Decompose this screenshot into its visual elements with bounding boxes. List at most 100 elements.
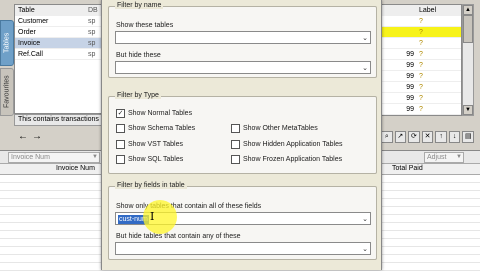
grid-cell-a: 99 [406,73,414,80]
table-filter-dialog: Filter by name Show these tables ⌄ But h… [101,0,382,270]
scroll-thumb[interactable] [463,15,473,43]
total-paid-column-header[interactable]: Total Paid [392,165,423,172]
move-down-icon[interactable]: ↓ [448,131,461,143]
table-db: sp [88,40,96,47]
grid-cell-a: 99 [406,95,414,102]
grid-row[interactable]: 99? [382,71,461,82]
show-schema-tables-checkbox[interactable]: Show Schema Tables [116,124,195,133]
adjust-value: Adjust [427,154,447,161]
contain-any-fields-label: But hide tables that contain any of thes… [116,233,241,240]
show-vst-tables-label: Show VST Tables [128,141,183,148]
show-hidden-app-tables-checkbox[interactable]: Show Hidden Application Tables [231,140,343,149]
text-cursor-icon: I [150,210,155,223]
show-frozen-app-tables-label: Show Frozen Application Tables [243,156,343,163]
hide-tables-label: But hide these [116,52,161,59]
grid-cell-a: 99 [406,84,414,91]
filter-by-name-title: Filter by name [115,2,164,9]
find-icon[interactable]: ⌕ [381,131,393,143]
show-schema-tables-label: Show Schema Tables [128,125,196,132]
show-vst-tables-checkbox[interactable]: Show VST Tables [116,140,183,149]
hide-tables-combo[interactable]: ⌄ [115,61,371,74]
table-list[interactable]: Table DB Customer sp Order sp Invoice sp… [14,4,102,114]
grid-row-selected[interactable]: ? [382,27,461,38]
grid-cell-label: ? [419,62,423,69]
grid-cell-a: 99 [406,51,414,58]
grid-cell-label: ? [419,73,423,80]
show-sql-tables-label: Show SQL Tables [128,156,184,163]
tab-tables-label: Tables [3,32,11,54]
checkbox-box [116,155,125,164]
table-name: Invoice [18,40,41,47]
show-tables-combo[interactable]: ⌄ [115,31,371,44]
delete-icon[interactable]: ✕ [421,131,434,143]
grid-row[interactable]: 99? [382,49,461,60]
field-grid-header: Label [382,5,461,16]
grid-cell-label: ? [419,51,423,58]
chevron-down-icon: ⌄ [362,246,368,253]
tab-favourites-label: Favourites [3,75,11,109]
cursor-highlight [143,200,177,234]
table-row-order[interactable]: Order sp [15,27,101,38]
show-hidden-app-tables-label: Show Hidden Application Tables [243,141,343,148]
contain-any-fields-combo[interactable]: ⌄ [115,242,371,255]
table-row-refcall[interactable]: Ref.Call sp [15,49,101,60]
grid-cell-a [382,16,416,26]
grid-row[interactable]: 99? [382,104,461,115]
grid-cell-a: 99 [406,62,414,69]
scroll-up-icon[interactable]: ▲ [463,5,473,15]
table-description: This contains transactions [14,114,102,126]
grid-row[interactable]: ? [382,38,461,49]
grid-row[interactable]: ? [382,16,461,27]
tab-tables[interactable]: Tables [0,20,14,66]
grid-cell-label: ? [419,84,423,91]
filter-by-type-group: Filter by Type ✓ Show Normal Tables Show… [108,92,377,174]
sort-field-combo[interactable]: Invoice Num ▼ [8,152,100,163]
grid-row[interactable]: 99? [382,82,461,93]
db-column-header: DB [88,7,98,14]
table-row-invoice[interactable]: Invoice sp [15,38,101,49]
table-row-customer[interactable]: Customer sp [15,16,101,27]
grid-toolbar: ⌕ ↗ ⟳ ✕ ↑ ↓ ▤ [381,131,475,145]
table-list-header: Table DB [15,5,101,16]
table-db: sp [88,51,96,58]
nav-toolbar: ← → [14,131,102,145]
checkbox-box [231,140,240,149]
adjust-combo[interactable]: Adjust ▼ [424,152,464,163]
grid-cell-a [382,38,416,48]
grid-scrollbar[interactable]: ▲ ▼ [462,4,474,116]
trash-icon[interactable]: ▤ [462,131,475,143]
table-name: Ref.Call [18,51,43,58]
grid-cell-label: ? [419,40,423,47]
field-grid[interactable]: Label ? ? ? 99? 99? 99? 99? 99? 99? [381,4,462,116]
show-normal-tables-checkbox[interactable]: ✓ Show Normal Tables [116,109,192,118]
grid-cell-label: ? [419,106,423,113]
refresh-icon[interactable]: ⟳ [408,131,420,143]
export-icon[interactable]: ↗ [394,131,407,143]
checkbox-box [231,124,240,133]
show-sql-tables-checkbox[interactable]: Show SQL Tables [116,155,183,164]
table-db: sp [88,18,96,25]
grid-cell-label: ? [419,29,423,36]
grid-cell-label: ? [419,95,423,102]
chevron-down-icon: ⌄ [362,65,368,72]
arrow-right-icon[interactable]: → [30,131,44,145]
show-other-metatables-checkbox[interactable]: Show Other MetaTables [231,124,318,133]
chevron-down-icon: ⌄ [362,35,368,42]
filter-by-fields-title: Filter by fields in table [115,182,187,189]
contain-all-fields-label: Show only tables that contain all of the… [116,203,262,210]
chevron-down-icon: ▼ [92,154,98,160]
table-name: Order [18,29,36,36]
scroll-down-icon[interactable]: ▼ [463,105,473,115]
grid-col-a-header [382,5,416,15]
arrow-left-icon[interactable]: ← [16,131,30,145]
table-name: Customer [18,18,49,25]
checkmark-icon: ✓ [116,109,125,118]
checkbox-box [116,140,125,149]
show-frozen-app-tables-checkbox[interactable]: Show Frozen Application Tables [231,155,342,164]
move-up-icon[interactable]: ↑ [435,131,447,143]
grid-row[interactable]: 99? [382,93,461,104]
invoice-num-column-header[interactable]: Invoice Num [56,165,95,172]
grid-row[interactable]: 99? [382,60,461,71]
tab-favourites[interactable]: Favourites [0,68,14,116]
filter-by-name-group: Filter by name Show these tables ⌄ But h… [108,2,377,78]
